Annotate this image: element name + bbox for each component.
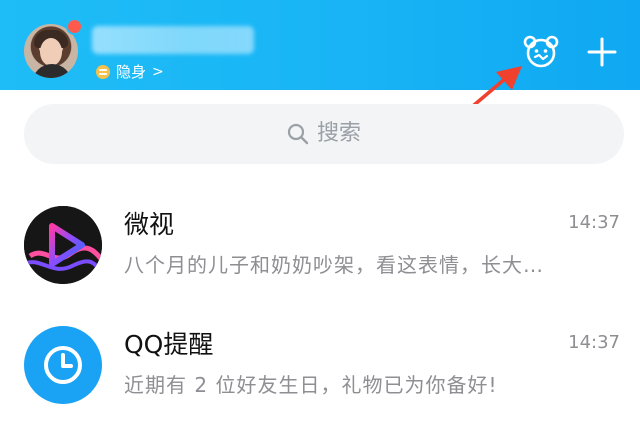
chat-preview: 近期有 2 位好友生日，礼物已为你备好! — [124, 373, 498, 397]
plus-icon[interactable] — [586, 36, 618, 68]
chevron-right-icon: > — [152, 64, 164, 80]
weishi-play-icon — [24, 206, 102, 284]
notification-dot — [66, 18, 83, 35]
chat-title: 微视 — [124, 210, 175, 239]
search-placeholder: 搜索 — [316, 121, 361, 146]
status-icon — [96, 65, 110, 79]
bear-icon[interactable] — [523, 34, 559, 70]
qq-messages-screen: 隐身 > 搜索 微视 14:37 八个月的儿子和奶奶吵架，看这表情，长大… QQ… — [0, 0, 640, 430]
weishi-avatar — [24, 206, 102, 284]
chat-preview: 八个月的儿子和奶奶吵架，看这表情，长大… — [124, 253, 544, 277]
avatar-face — [40, 38, 62, 66]
search-input[interactable]: 搜索 — [24, 104, 624, 164]
online-status[interactable]: 隐身 > — [96, 62, 164, 82]
chat-time: 14:37 — [568, 332, 620, 353]
chat-time: 14:37 — [568, 212, 620, 233]
clock-icon — [44, 346, 82, 384]
chat-title: QQ提醒 — [124, 330, 214, 359]
qq-reminder-avatar — [24, 326, 102, 404]
search-icon — [287, 123, 309, 145]
avatar-body — [32, 64, 72, 78]
chat-item-weishi[interactable]: 微视 14:37 八个月的儿子和奶奶吵架，看这表情，长大… — [0, 190, 640, 310]
status-label: 隐身 — [116, 63, 147, 81]
blurred-nickname — [92, 26, 254, 54]
chat-item-qq-reminder[interactable]: QQ提醒 14:37 近期有 2 位好友生日，礼物已为你备好! — [0, 310, 640, 430]
top-header: 隐身 > — [0, 0, 640, 90]
